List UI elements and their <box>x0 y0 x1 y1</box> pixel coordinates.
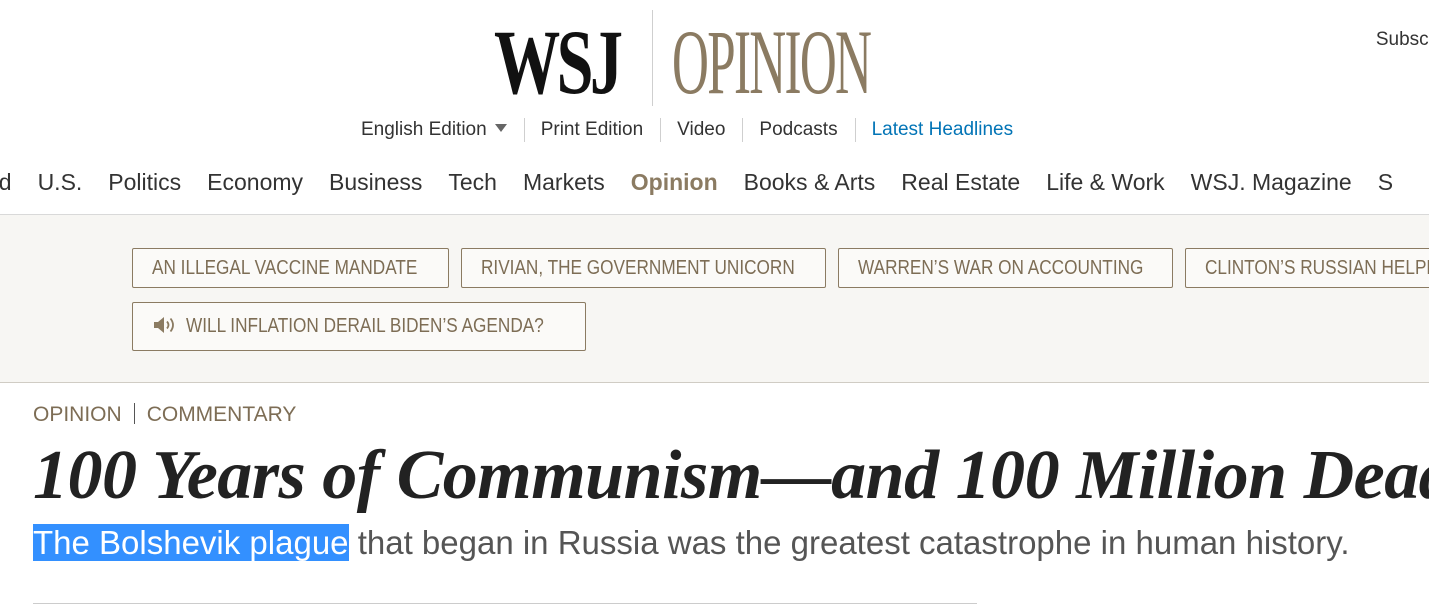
flashline-divider <box>133 402 135 424</box>
article-divider <box>33 603 977 604</box>
nav-item-real-estate[interactable]: Real Estate <box>901 166 1020 198</box>
flashline-category-link[interactable]: COMMENTARY <box>147 403 297 426</box>
nav-item-politics[interactable]: Politics <box>108 166 181 198</box>
print-edition-link[interactable]: Print Edition <box>523 116 660 144</box>
topic-pill-inflation-podcast[interactable]: WILL INFLATION DERAIL BIDEN’S AGENDA? <box>132 302 586 351</box>
topic-label: WARREN’S WAR ON ACCOUNTING <box>858 257 1144 279</box>
nav-item-books-arts[interactable]: Books & Arts <box>744 166 876 198</box>
selected-text: The Bolshevik plague <box>33 524 349 561</box>
edition-bar: English Edition Print Edition Video Podc… <box>344 116 1030 144</box>
nav-item-wsj-magazine[interactable]: WSJ. Magazine <box>1191 166 1352 198</box>
edition-label: English Edition <box>361 119 487 140</box>
nav-item-economy[interactable]: Economy <box>207 166 303 198</box>
topics-band: AN ILLEGAL VACCINE MANDATE RIVIAN, THE G… <box>0 215 1429 383</box>
nav-item-markets[interactable]: Markets <box>523 166 605 198</box>
speaker-icon <box>154 316 174 333</box>
nav-item-sports[interactable]: S <box>1378 166 1393 198</box>
topic-label: WILL INFLATION DERAIL BIDEN’S AGENDA? <box>186 315 544 337</box>
flashline-section-link[interactable]: OPINION <box>33 403 122 426</box>
section-nav: rld U.S. Politics Economy Business Tech … <box>0 166 1419 198</box>
topic-label: CLINTON’S RUSSIAN HELPE <box>1205 257 1429 279</box>
dek-text: that began in Russia was the greatest ca… <box>348 524 1350 561</box>
nav-item-tech[interactable]: Tech <box>448 166 497 198</box>
latest-headlines-link[interactable]: Latest Headlines <box>854 116 1031 144</box>
article-headline: 100 Years of Communism—and 100 Million D… <box>33 437 1429 514</box>
topic-label: RIVIAN, THE GOVERNMENT UNICORN <box>481 257 795 279</box>
video-link[interactable]: Video <box>660 116 742 144</box>
opinion-logo[interactable]: OPINION <box>672 16 872 108</box>
subscribe-link[interactable]: Subscr <box>1376 29 1429 51</box>
topic-label: AN ILLEGAL VACCINE MANDATE <box>152 257 418 279</box>
wsj-logo[interactable]: WSJ <box>494 16 623 108</box>
topic-pill-warren[interactable]: WARREN’S WAR ON ACCOUNTING <box>838 248 1173 288</box>
masthead: WSJ OPINION Subscr <box>0 10 1429 108</box>
nav-item-life-work[interactable]: Life & Work <box>1046 166 1164 198</box>
edition-selector[interactable]: English Edition <box>344 116 524 144</box>
article-dek: The Bolshevik plague that began in Russi… <box>33 519 1350 567</box>
caret-down-icon <box>494 123 507 132</box>
logo-divider <box>652 10 653 106</box>
nav-item-opinion[interactable]: Opinion <box>631 166 718 198</box>
article-flashline: OPINION COMMENTARY <box>33 402 297 427</box>
topic-pill-clinton[interactable]: CLINTON’S RUSSIAN HELPE <box>1185 248 1429 288</box>
topic-pill-vaccine-mandate[interactable]: AN ILLEGAL VACCINE MANDATE <box>132 248 449 288</box>
topic-pill-rivian[interactable]: RIVIAN, THE GOVERNMENT UNICORN <box>461 248 826 288</box>
nav-item-world[interactable]: rld <box>0 166 12 198</box>
podcasts-link[interactable]: Podcasts <box>742 116 854 144</box>
nav-item-us[interactable]: U.S. <box>38 166 83 198</box>
nav-item-business[interactable]: Business <box>329 166 422 198</box>
